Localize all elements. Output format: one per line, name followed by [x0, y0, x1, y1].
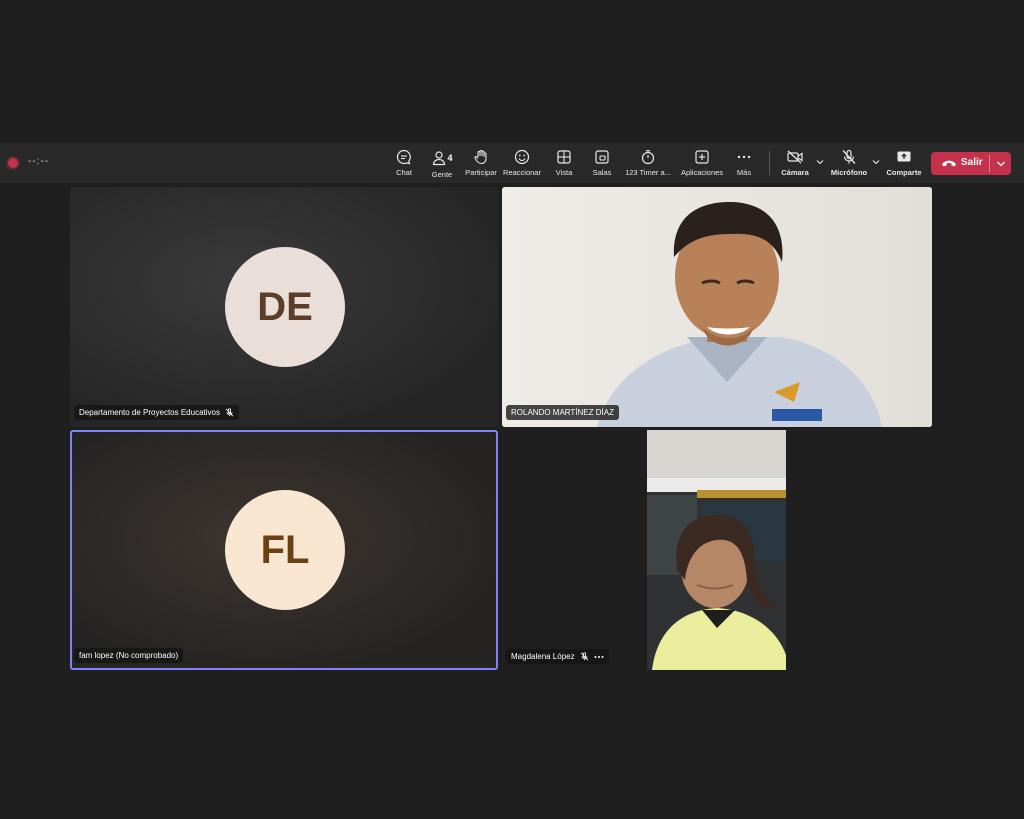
meeting-toolbar: --:-- Chat 4 Gente Participar Reaccionar…	[0, 143, 1024, 183]
people-icon	[433, 151, 446, 165]
leave-button[interactable]: Salir	[931, 152, 989, 175]
more-icon	[737, 155, 751, 159]
participant-name: Departamento de Proyectos Educativos	[79, 408, 220, 417]
apps-label: Aplicaciones	[680, 168, 724, 177]
mic-off-icon	[225, 408, 234, 417]
participant-tile-fl[interactable]: FL fam lopez (No comprobado)	[70, 430, 498, 670]
microphone-button[interactable]: Micrófono	[826, 149, 872, 177]
timer-app-button[interactable]: 123 Timer a...	[620, 149, 676, 177]
react-label: Reaccionar	[503, 168, 541, 177]
participant-name: fam lopez (No comprobado)	[79, 651, 179, 660]
participant-name-chip: ROLANDO MARTÍNEZ DÍAZ	[506, 405, 619, 420]
recording-time: --:--	[28, 156, 50, 167]
chat-icon	[396, 149, 411, 165]
camera-off-icon	[787, 150, 803, 164]
mic-off-icon	[842, 149, 856, 164]
rooms-icon	[595, 150, 609, 164]
more-options-icon[interactable]	[594, 655, 604, 659]
rooms-button[interactable]: Salas	[579, 149, 625, 177]
toolbar-divider	[769, 151, 770, 175]
people-count: 4	[447, 152, 453, 163]
participant-name: Magdalena López	[511, 652, 575, 661]
leave-options-button[interactable]	[990, 152, 1011, 175]
participant-tile-rolando[interactable]: ROLANDO MARTÍNEZ DÍAZ	[502, 187, 932, 427]
bottom-bar	[0, 672, 1024, 819]
camera-label: Cámara	[781, 168, 809, 177]
more-label: Más	[736, 168, 752, 177]
participant-name: ROLANDO MARTÍNEZ DÍAZ	[511, 408, 614, 417]
share-label: Comparte	[886, 168, 922, 177]
avatar-initials: DE	[257, 284, 313, 329]
raise-hand-label: Participar	[465, 168, 497, 177]
avatar: FL	[225, 490, 345, 610]
apps-button[interactable]: Aplicaciones	[677, 149, 727, 177]
participant-name-chip: Departamento de Proyectos Educativos	[74, 405, 239, 420]
raise-hand-button[interactable]: Participar	[458, 149, 504, 177]
more-button[interactable]: Más	[721, 149, 767, 177]
mic-off-icon	[580, 652, 588, 661]
avatar: DE	[225, 247, 345, 367]
react-button[interactable]: Reaccionar	[499, 149, 545, 177]
mic-options-chevron-down-icon[interactable]	[872, 158, 880, 166]
participant-video	[502, 187, 932, 427]
participant-name-chip: fam lopez (No comprobado)	[74, 648, 184, 663]
avatar-initials: FL	[260, 527, 310, 572]
raise-hand-icon	[474, 149, 487, 165]
recording-indicator-icon	[8, 158, 18, 168]
hang-up-icon	[942, 160, 956, 167]
share-button[interactable]: Comparte	[881, 149, 927, 177]
participant-tile-magdalena[interactable]: Magdalena López	[502, 430, 932, 670]
camera-button[interactable]: Cámara	[772, 149, 818, 177]
share-screen-icon	[897, 151, 911, 162]
participant-tile-de[interactable]: DE Departamento de Proyectos Educativos	[70, 187, 498, 427]
microphone-label: Micrófono	[830, 168, 868, 177]
leave-button-group: Salir	[931, 152, 1011, 175]
timer-icon	[641, 150, 655, 165]
rooms-label: Salas	[592, 168, 612, 177]
camera-options-chevron-down-icon[interactable]	[816, 158, 824, 166]
add-app-icon	[695, 150, 709, 164]
timer-app-label: 123 Timer a...	[625, 168, 671, 177]
participant-name-chip: Magdalena López	[506, 649, 609, 664]
smiley-icon	[514, 149, 530, 165]
participant-video	[647, 430, 786, 670]
grid-icon	[557, 150, 571, 164]
chevron-down-icon	[997, 161, 1005, 167]
leave-label: Salir	[961, 157, 983, 168]
